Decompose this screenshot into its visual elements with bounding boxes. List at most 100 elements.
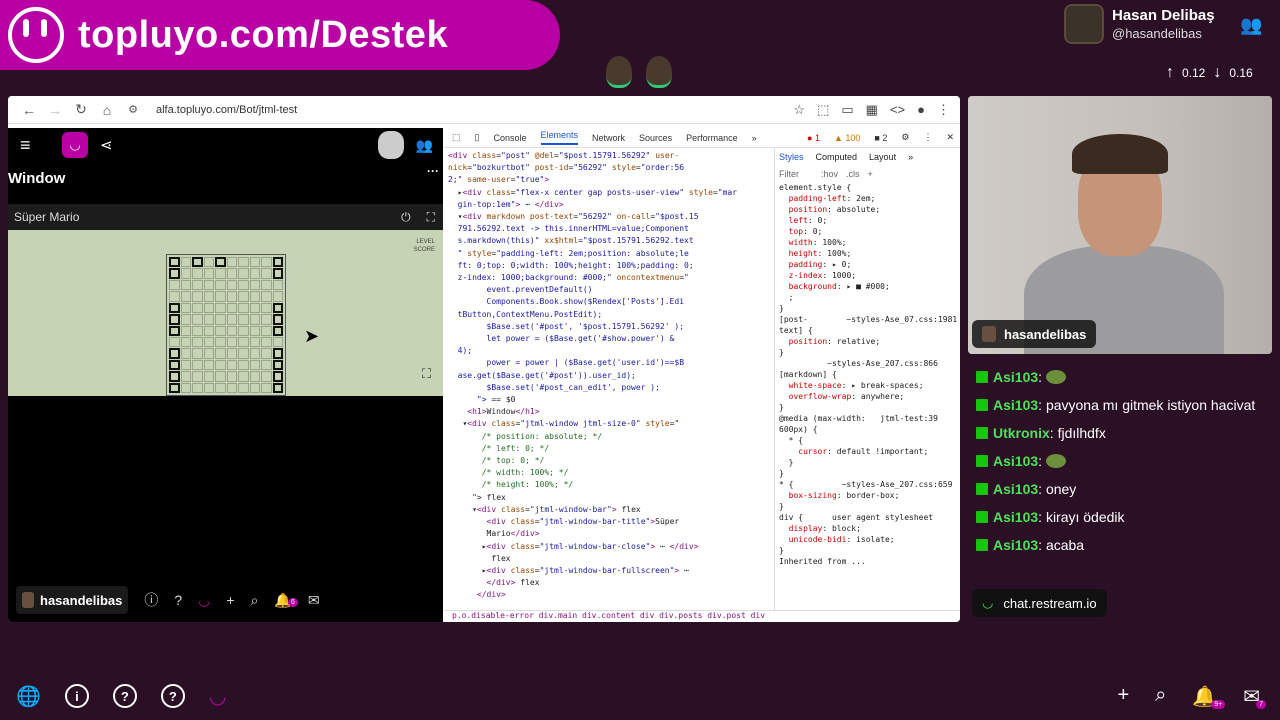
settings-gear-icon[interactable]: ⚙ (901, 132, 909, 143)
info-icon[interactable]: i (64, 684, 89, 708)
viewer-avatars (606, 56, 672, 88)
grid-cell (169, 314, 180, 325)
kebab-menu-icon[interactable]: ⋮ (923, 132, 932, 143)
grid-cell (226, 359, 237, 371)
code-icon[interactable]: <> (890, 102, 905, 118)
error-count[interactable]: ● 1 (807, 133, 820, 143)
chat-username[interactable]: Asi103 (993, 481, 1038, 497)
people-icon[interactable]: 👥 (1240, 15, 1262, 36)
grid-cell (215, 359, 226, 371)
page-title: Window (8, 170, 66, 187)
help-icon[interactable]: ⓘ (144, 590, 158, 610)
chat-message: Asi103: (968, 364, 1272, 392)
address-input[interactable]: alfa.topluyo.com/Bot/jtml-test (156, 104, 793, 116)
plus-icon[interactable]: + (226, 592, 234, 608)
cls-toggle[interactable]: .cls (846, 169, 860, 180)
grid-cell (272, 359, 283, 371)
streamer-profile[interactable]: Hasan Delibaş @hasandelibas (1064, 4, 1215, 44)
elements-tree[interactable]: <div class="post" @del="$post.15791.5629… (444, 148, 772, 610)
bell-icon[interactable]: 🔔 6 (274, 592, 298, 609)
game-frame[interactable]: LEVEL SCORE ➤ ⛶ (8, 230, 443, 396)
back-icon[interactable]: ← (16, 102, 42, 118)
more-tabs-icon[interactable]: » (752, 133, 757, 143)
chat-text: oney (1045, 481, 1077, 497)
profile-icon[interactable]: ● (917, 102, 925, 118)
grid-cell (203, 302, 214, 314)
share-icon[interactable]: ⋖ (100, 136, 113, 154)
globe-icon[interactable]: 🌐 (16, 684, 41, 709)
kick-icon (976, 455, 988, 467)
tab-sources[interactable]: Sources (639, 133, 672, 143)
tab-console[interactable]: Console (493, 133, 526, 143)
chat-username[interactable]: Asi103 (993, 537, 1038, 553)
fullscreen-icon[interactable]: ⛶ (427, 210, 435, 225)
extensions-icon[interactable]: ⬚ (817, 102, 829, 118)
apps-icon[interactable]: ▦ (866, 102, 878, 118)
kick-icon (976, 399, 988, 411)
restream-label: chat.restream.io (1003, 595, 1097, 611)
menu-icon[interactable]: ⋮ (937, 102, 950, 118)
mail-icon[interactable]: ✉ 7 (1243, 684, 1266, 709)
grid-cell (169, 359, 180, 371)
device-toolbar-icon[interactable]: ▭ (841, 102, 853, 118)
question-icon[interactable]: ? (174, 592, 182, 608)
close-icon[interactable]: ✕ (946, 132, 954, 143)
home-icon[interactable]: ⌂ (94, 102, 120, 118)
chat-username[interactable]: Asi103 (993, 453, 1038, 469)
search-icon[interactable]: ⌕ (1155, 684, 1166, 709)
bot-avatar[interactable] (377, 131, 404, 159)
mail-icon[interactable]: ✉ (308, 592, 320, 609)
site-info-icon[interactable]: ⚙ (120, 103, 146, 116)
grid-cell (261, 257, 272, 268)
hamburger-menu-icon[interactable]: ≡ (20, 135, 48, 156)
game-fullscreen-icon[interactable]: ⛶ (422, 366, 431, 382)
breadcrumb[interactable]: p.o.disable-error div.main div.content d… (444, 610, 960, 622)
tab-computed[interactable]: Computed (816, 152, 858, 163)
bookmark-star-icon[interactable]: ☆ (793, 102, 805, 118)
chat-username[interactable]: Utkronix (993, 425, 1050, 441)
current-user[interactable]: hasandelibas (16, 586, 129, 614)
forward-icon[interactable]: → (42, 102, 68, 118)
question-icon[interactable]: ? (160, 684, 185, 708)
hov-toggle[interactable]: :hov (821, 169, 838, 180)
power-icon[interactable]: ⏻ (401, 210, 411, 225)
plus-icon[interactable]: + (1117, 684, 1129, 709)
group-icon[interactable]: 👥 (416, 137, 433, 154)
topluyo-button[interactable]: ◡ (62, 132, 88, 158)
grid-cell (249, 359, 260, 371)
tab-layout[interactable]: Layout (869, 152, 896, 163)
grid-cell (249, 268, 260, 279)
webcam-username: hasandelibas (1004, 326, 1087, 342)
styles-pane[interactable]: Styles Computed Layout » Filter :hov .cl… (774, 148, 960, 610)
grid-cell (226, 257, 237, 268)
help-icon[interactable]: ? (112, 684, 137, 708)
info-count[interactable]: ■ 2 (874, 133, 887, 143)
tab-styles[interactable]: Styles (779, 152, 804, 163)
chat-username[interactable]: Asi103 (993, 369, 1038, 385)
restream-badge[interactable]: ◡ chat.restream.io (972, 589, 1107, 617)
device-icon[interactable]: ▯ (475, 132, 480, 143)
webcam-feed (968, 96, 1272, 354)
more-tabs-icon[interactable]: » (908, 152, 913, 163)
avatar (606, 56, 632, 88)
grid-cell (261, 359, 272, 371)
reload-icon[interactable]: ↻ (68, 101, 94, 118)
inspect-icon[interactable]: ⬚ (452, 132, 461, 143)
topluyo-icon[interactable]: ◡ (209, 684, 226, 709)
more-options-icon[interactable]: ··· (427, 164, 439, 178)
bell-icon[interactable]: 🔔 9+ (1192, 684, 1226, 709)
devtools-panel: ⬚ ▯ Console Elements Network Sources Per… (444, 128, 960, 622)
warning-count[interactable]: ▲ 100 (834, 133, 860, 143)
grid-cell (238, 302, 249, 314)
grid-cell (272, 279, 283, 291)
new-rule-icon[interactable]: + (868, 169, 873, 180)
search-icon[interactable]: ⌕ (251, 592, 259, 609)
tab-elements[interactable]: Elements (540, 130, 579, 145)
chat-username[interactable]: Asi103 (993, 509, 1038, 525)
tab-performance[interactable]: Performance (686, 133, 738, 143)
chat-username[interactable]: Asi103 (993, 397, 1038, 413)
filter-input[interactable]: Filter (779, 169, 799, 180)
grid-cell (226, 268, 237, 279)
tab-network[interactable]: Network (592, 133, 625, 143)
topluyo-icon[interactable]: ◡ (198, 592, 210, 609)
